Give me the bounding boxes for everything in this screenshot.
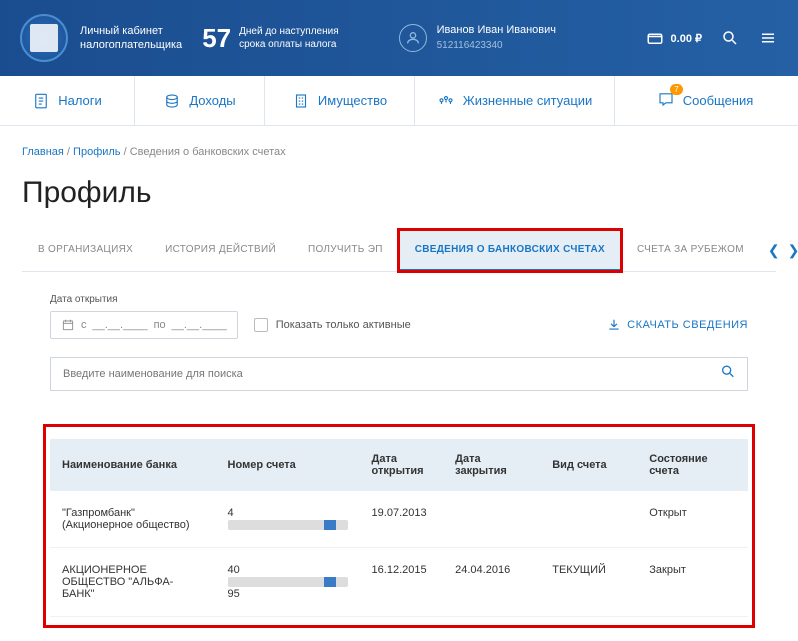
tab-get-ep[interactable]: ПОЛУЧИТЬ ЭП: [292, 230, 399, 271]
redacted-icon: [228, 577, 348, 587]
date-open-label: Дата открытия: [50, 294, 748, 305]
accounts-table-wrap: Наименование банка Номер счета Дата откр…: [50, 431, 748, 621]
cell-bank: АКЦИОНЕРНОЕ ОБЩЕСТВО "АЛЬФА-БАНК": [50, 548, 216, 617]
building-icon: [292, 92, 310, 110]
nav-taxes[interactable]: Налоги: [0, 76, 135, 125]
th-close[interactable]: Дата закрытия: [443, 439, 540, 491]
logo-block[interactable]: Личный кабинетналогоплательщика: [20, 14, 182, 62]
active-only-checkbox[interactable]: Показать только активные: [254, 318, 411, 332]
search-input[interactable]: [50, 357, 748, 391]
th-state[interactable]: Состояние счета: [637, 439, 748, 491]
header-title: Личный кабинетналогоплательщика: [80, 24, 182, 53]
calendar-icon: [61, 318, 75, 332]
table-row[interactable]: "Газпромбанк" (Акционерное общество) 4 1…: [50, 491, 748, 548]
nav-label: Доходы: [189, 93, 235, 108]
breadcrumb: Главная / Профиль / Сведения о банковски…: [22, 146, 776, 158]
nav-messages[interactable]: Сообщения: [615, 76, 795, 125]
th-type[interactable]: Вид счета: [540, 439, 637, 491]
filter-section: Дата открытия с __.__.____ по __.__.____…: [22, 272, 776, 339]
user-id: 512116423340: [437, 39, 556, 53]
tab-foreign-accounts[interactable]: СЧЕТА ЗА РУБЕЖОМ: [621, 230, 760, 271]
nav-label: Сообщения: [683, 93, 754, 108]
breadcrumb-current: Сведения о банковских счетах: [130, 146, 286, 158]
days-number: 57: [202, 23, 231, 54]
tab-scroll-right[interactable]: ❯: [788, 242, 798, 259]
table-row[interactable]: АКЦИОНЕРНОЕ ОБЩЕСТВО "АЛЬФА-БАНК" 4095 1…: [50, 548, 748, 617]
user-avatar-icon: [399, 24, 427, 52]
days-text: Дней до наступлениясрока оплаты налога: [239, 25, 339, 51]
tab-organizations[interactable]: В ОРГАНИЗАЦИЯХ: [22, 230, 149, 271]
app-header: Личный кабинетналогоплательщика 57 Дней …: [0, 0, 798, 76]
download-icon: [607, 318, 621, 332]
message-icon: [657, 90, 675, 111]
nav-property[interactable]: Имущество: [265, 76, 415, 125]
tab-bank-accounts[interactable]: СВЕДЕНИЯ О БАНКОВСКИХ СЧЕТАХ: [399, 230, 621, 271]
cell-close: 24.04.2016: [443, 548, 540, 617]
breadcrumb-root[interactable]: Главная: [22, 146, 64, 158]
document-icon: [32, 92, 50, 110]
tab-history[interactable]: ИСТОРИЯ ДЕЙСТВИЙ: [149, 230, 292, 271]
th-account[interactable]: Номер счета: [216, 439, 360, 491]
cell-type: [540, 491, 637, 548]
cell-bank: "Газпромбанк" (Акционерное общество): [50, 491, 216, 548]
logo-emblem-icon: [20, 14, 68, 62]
coins-icon: [163, 92, 181, 110]
th-open[interactable]: Дата открытия: [360, 439, 444, 491]
cell-state: Закрыт: [637, 548, 748, 617]
nav-label: Жизненные ситуации: [463, 93, 593, 108]
cell-close: [443, 491, 540, 548]
cell-account: 4: [216, 491, 360, 548]
wallet-balance[interactable]: 0.00 ₽: [645, 28, 702, 48]
nav-income[interactable]: Доходы: [135, 76, 265, 125]
tab-scroll-left[interactable]: ❮: [768, 242, 780, 259]
redacted-icon: [228, 520, 348, 530]
table-header-row: Наименование банка Номер счета Дата откр…: [50, 439, 748, 491]
nav-label: Имущество: [318, 93, 387, 108]
user-name: Иванов Иван Иванович: [437, 23, 556, 38]
cell-open: 16.12.2015: [360, 548, 444, 617]
cell-account: 4095: [216, 548, 360, 617]
nav-label: Налоги: [58, 93, 102, 108]
menu-icon[interactable]: [758, 28, 778, 48]
th-bank[interactable]: Наименование банка: [50, 439, 216, 491]
checkbox-icon: [254, 318, 268, 332]
main-nav: Налоги Доходы Имущество Жизненные ситуац…: [0, 76, 798, 126]
search-icon[interactable]: [720, 28, 740, 48]
cell-open: 19.07.2013: [360, 491, 444, 548]
people-icon: [437, 92, 455, 110]
page-title: Профиль: [22, 176, 776, 210]
date-range-input[interactable]: с __.__.____ по __.__.____: [50, 311, 238, 339]
wallet-icon: [645, 28, 665, 48]
breadcrumb-profile[interactable]: Профиль: [73, 146, 121, 158]
accounts-table: Наименование банка Номер счета Дата откр…: [50, 439, 748, 617]
user-block[interactable]: Иванов Иван Иванович 512116423340: [399, 23, 556, 52]
days-countdown: 57 Дней до наступлениясрока оплаты налог…: [202, 23, 338, 54]
balance-amount: 0.00 ₽: [671, 32, 702, 45]
tabs-bar: В ОРГАНИЗАЦИЯХ ИСТОРИЯ ДЕЙСТВИЙ ПОЛУЧИТЬ…: [22, 230, 776, 272]
search-wrap: [50, 357, 748, 391]
nav-situations[interactable]: Жизненные ситуации: [415, 76, 615, 125]
search-icon[interactable]: [720, 364, 736, 385]
download-link[interactable]: СКАЧАТЬ СВЕДЕНИЯ: [607, 318, 748, 332]
cell-state: Открыт: [637, 491, 748, 548]
cell-type: ТЕКУЩИЙ: [540, 548, 637, 617]
